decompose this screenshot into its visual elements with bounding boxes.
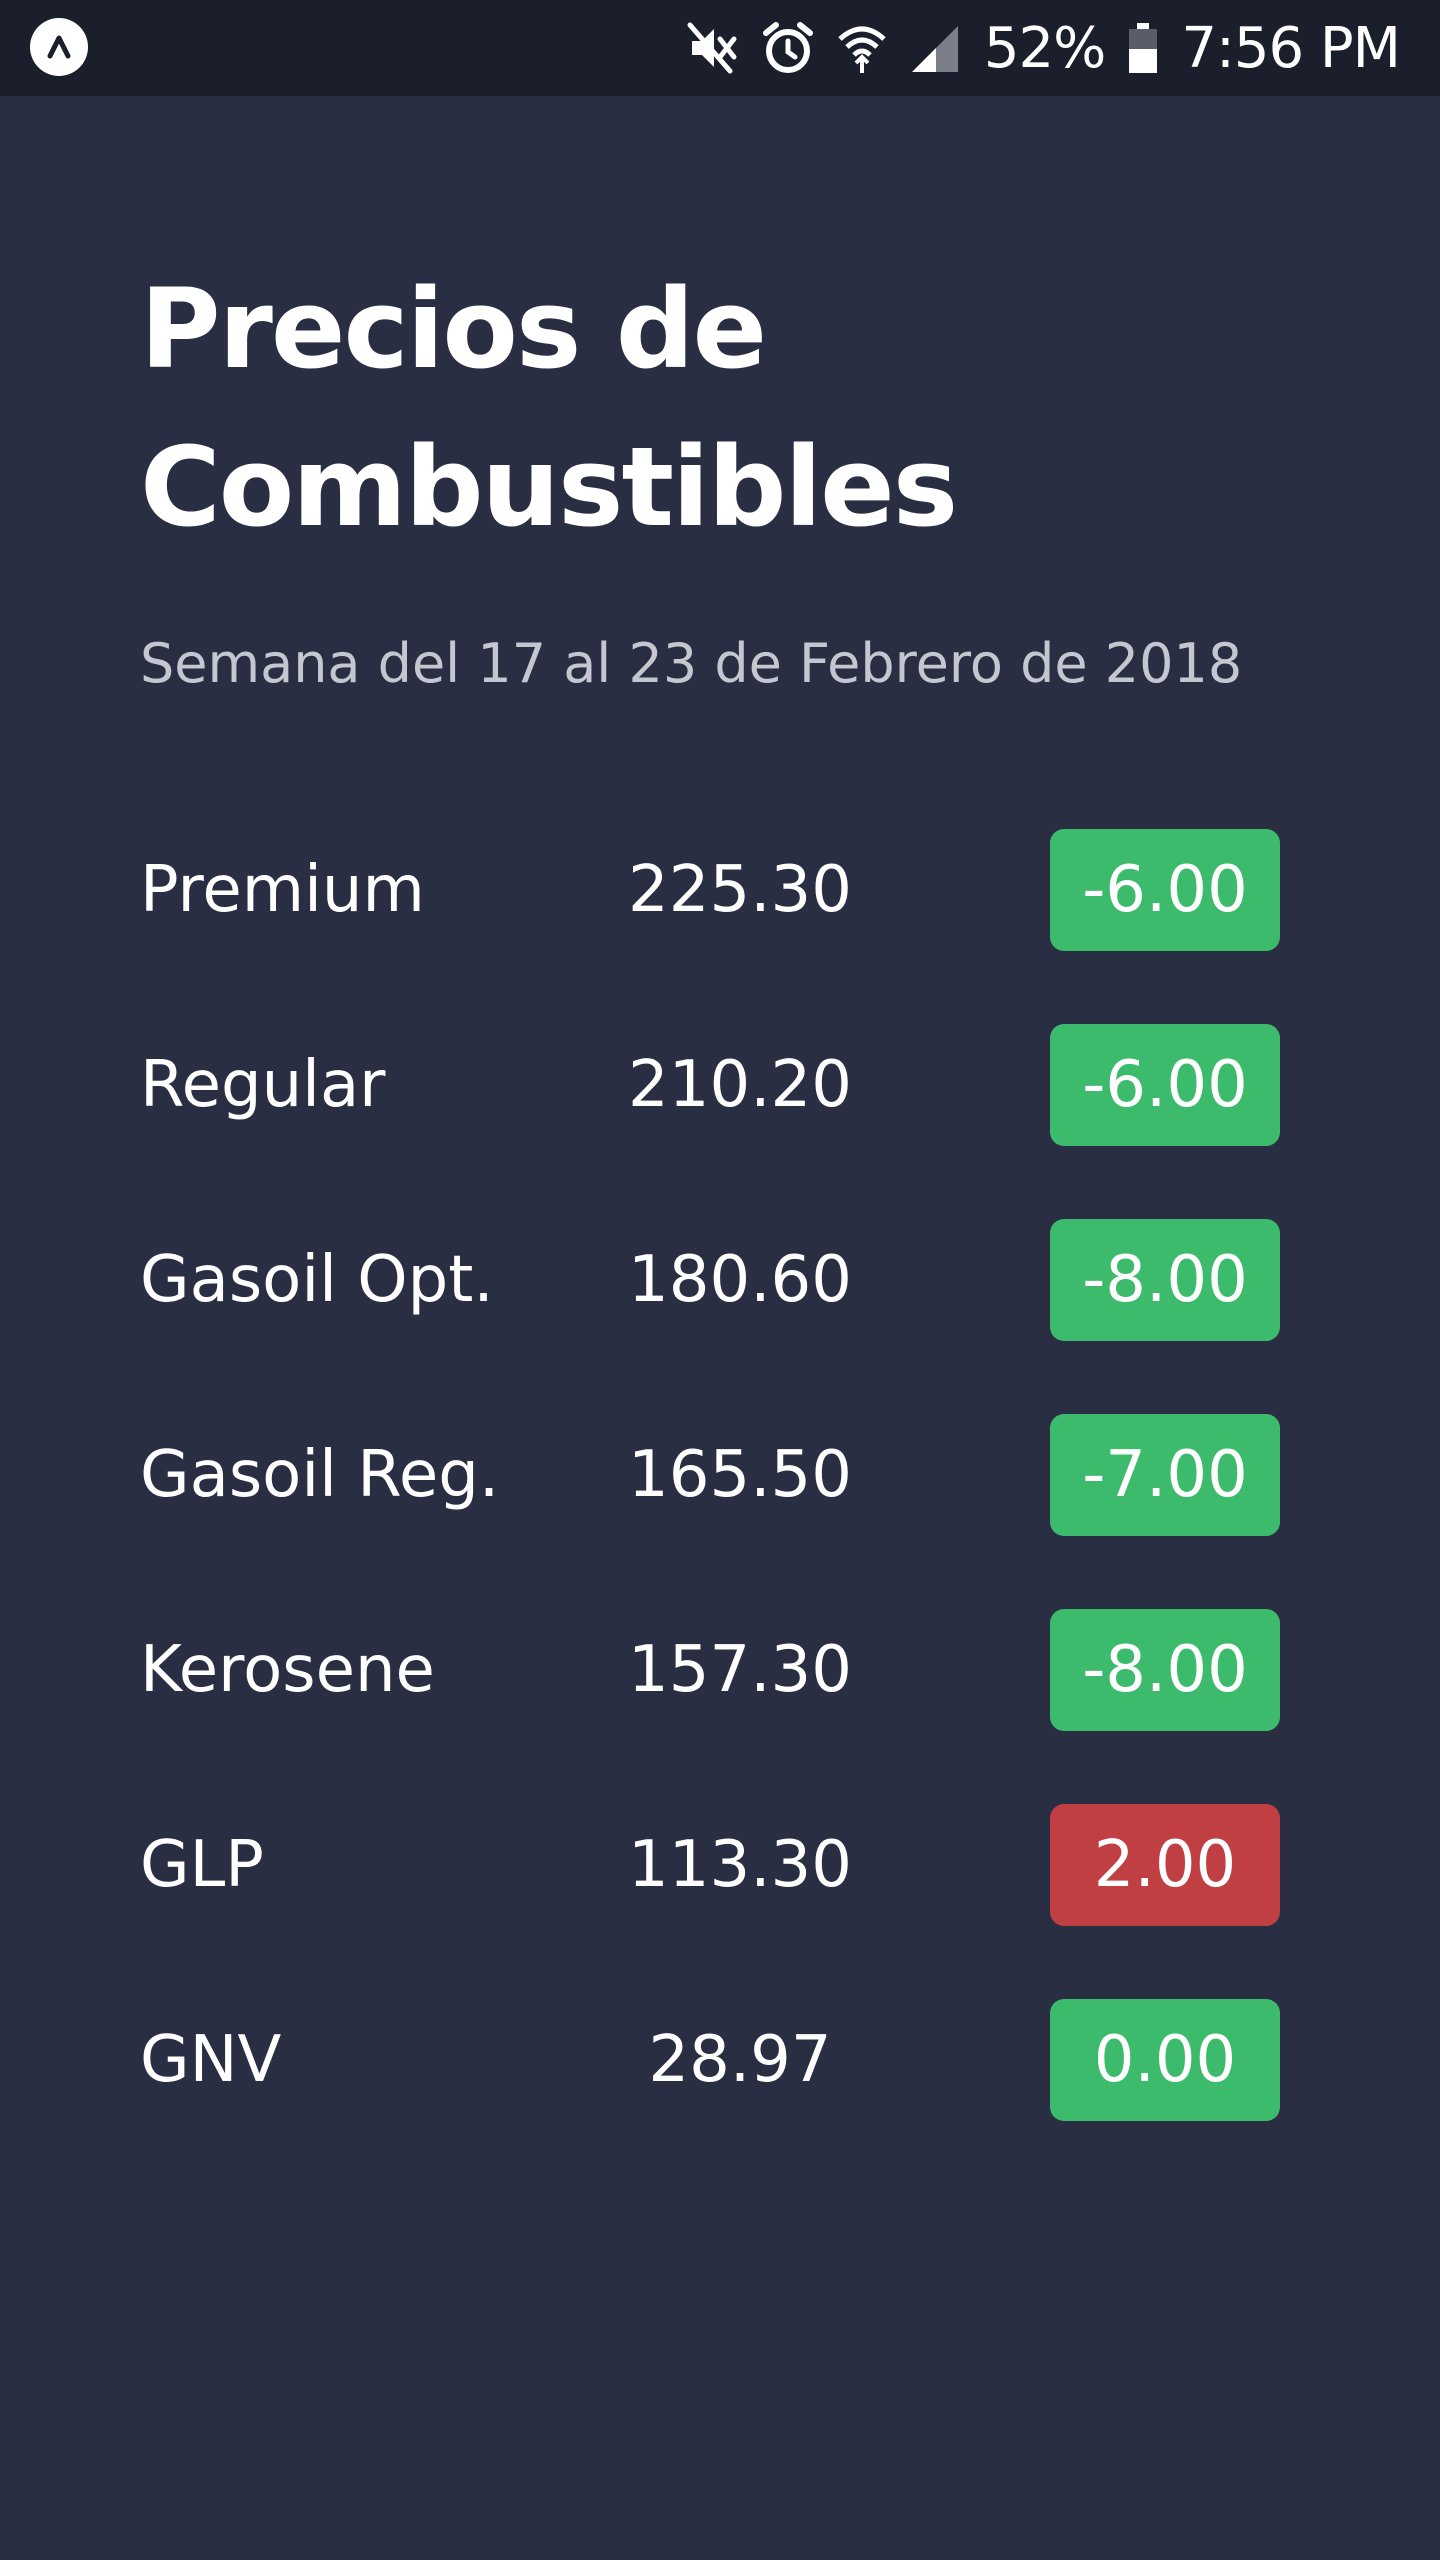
fuel-name: Regular <box>140 1048 386 1122</box>
fuel-price: 180.60 <box>628 1243 852 1317</box>
price-change-badge: -8.00 <box>1050 1219 1280 1341</box>
fuel-name: GLP <box>140 1828 264 1902</box>
fuel-row: Gasoil Opt. 180.60 -8.00 <box>140 1219 1280 1341</box>
fuel-price: 113.30 <box>628 1828 852 1902</box>
fuel-row: Premium 225.30 -6.00 <box>140 829 1280 951</box>
clock: 7:56 PM <box>1181 15 1401 81</box>
fuel-row: Regular 210.20 -6.00 <box>140 1024 1280 1146</box>
fuel-row: Kerosene 157.30 -8.00 <box>140 1609 1280 1731</box>
battery-percentage: 52% <box>983 15 1106 81</box>
app-logo-icon <box>30 18 88 76</box>
fuel-row: Gasoil Reg. 165.50 -7.00 <box>140 1414 1280 1536</box>
fuel-price: 28.97 <box>648 2023 832 2097</box>
status-bar: 52% 7:56 PM <box>0 0 1440 96</box>
price-change-badge: -6.00 <box>1050 1024 1280 1146</box>
page-title: Precios de Combustibles <box>140 265 958 551</box>
price-change-badge: -7.00 <box>1050 1414 1280 1536</box>
fuel-price: 225.30 <box>628 853 852 927</box>
fuel-name: Premium <box>140 853 425 927</box>
fuel-name: Gasoil Opt. <box>140 1243 494 1317</box>
price-change-badge: 2.00 <box>1050 1804 1280 1926</box>
fuel-price-list: Premium 225.30 -6.00 Regular 210.20 -6.00 Gaso… <box>140 829 1280 2194</box>
fuel-row: GNV 28.97 0.00 <box>140 1999 1280 2121</box>
fuel-row: GLP 113.30 2.00 <box>140 1804 1280 1926</box>
fuel-price: 165.50 <box>628 1438 852 1512</box>
fuel-name: GNV <box>140 2023 282 2097</box>
price-change-badge: 0.00 <box>1050 1999 1280 2121</box>
fuel-name: Kerosene <box>140 1633 435 1707</box>
mute-icon <box>686 21 740 75</box>
fuel-name: Gasoil Reg. <box>140 1438 500 1512</box>
battery-icon <box>1127 21 1159 75</box>
fuel-price: 210.20 <box>628 1048 852 1122</box>
week-subtitle: Semana del 17 al 23 de Febrero de 2018 <box>140 632 1243 695</box>
wifi-icon <box>836 21 888 75</box>
price-change-badge: -8.00 <box>1050 1609 1280 1731</box>
alarm-icon <box>762 21 814 75</box>
signal-icon <box>910 22 962 74</box>
price-change-badge: -6.00 <box>1050 829 1280 951</box>
fuel-price: 157.30 <box>628 1633 852 1707</box>
